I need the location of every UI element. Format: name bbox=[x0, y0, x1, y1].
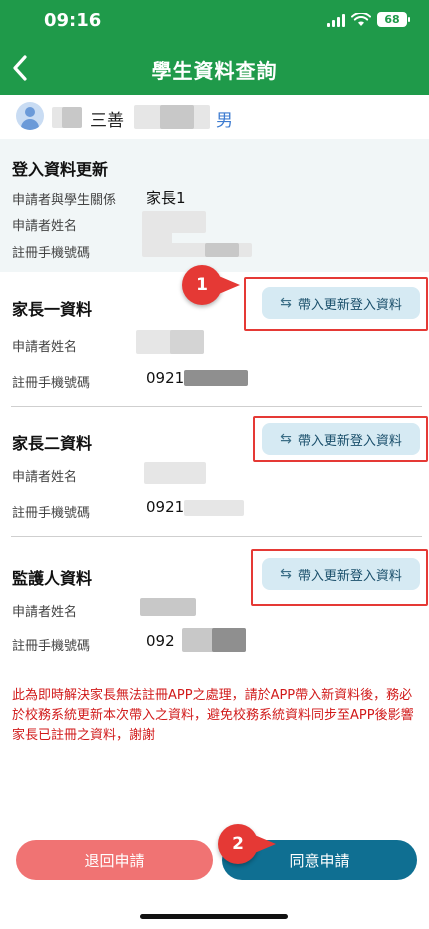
parent2-phone-prefix: 0921 bbox=[146, 498, 185, 516]
relation-label: 申請者與學生關係 bbox=[12, 193, 117, 208]
swap-icon: ⇆ bbox=[280, 295, 292, 311]
swap-icon: ⇆ bbox=[280, 431, 292, 447]
wifi-icon bbox=[351, 12, 371, 26]
redacted-name bbox=[62, 107, 82, 128]
parent1-import-button[interactable]: ⇆ 帶入更新登入資料 bbox=[262, 287, 420, 319]
callout-arrow bbox=[214, 274, 240, 296]
import-button-label: 帶入更新登入資料 bbox=[297, 433, 402, 449]
avatar-icon bbox=[16, 102, 44, 130]
guardian-phone-label: 註冊手機號碼 bbox=[12, 639, 91, 654]
swap-icon: ⇆ bbox=[280, 566, 292, 582]
redacted-parent2-phone bbox=[184, 500, 244, 516]
redacted-phone bbox=[205, 243, 239, 257]
applicant-name-label: 申請者姓名 bbox=[12, 219, 78, 234]
redacted-parent1-name bbox=[170, 330, 204, 354]
parent1-phone-label: 註冊手機號碼 bbox=[12, 376, 91, 391]
relation-value: 家長1 bbox=[146, 189, 186, 207]
parent1-phone-prefix: 0921 bbox=[146, 369, 185, 387]
student-row: 三善 男 bbox=[0, 95, 429, 139]
home-indicator bbox=[140, 914, 288, 919]
section-title: 登入資料更新 bbox=[12, 160, 109, 179]
callout-arrow bbox=[250, 833, 276, 855]
redacted-guardian-phone bbox=[212, 628, 246, 652]
student-gender: 男 bbox=[216, 111, 233, 131]
status-time: 09:16 bbox=[44, 10, 102, 31]
redacted-guardian-name bbox=[140, 598, 196, 616]
parent2-phone-label: 註冊手機號碼 bbox=[12, 506, 91, 521]
redacted-id bbox=[160, 105, 194, 129]
redacted-parent2-name bbox=[144, 462, 206, 484]
guardian-title: 監護人資料 bbox=[12, 569, 93, 588]
parent1-title: 家長一資料 bbox=[12, 300, 93, 319]
student-name: 三善 bbox=[90, 111, 124, 131]
guardian-phone-prefix: 092 bbox=[146, 632, 175, 650]
parent2-name-label: 申請者姓名 bbox=[12, 470, 78, 485]
guardian-import-button[interactable]: ⇆ 帶入更新登入資料 bbox=[262, 558, 420, 590]
redacted-parent1-phone bbox=[184, 370, 248, 386]
page-title: 學生資料查詢 bbox=[151, 59, 278, 83]
divider bbox=[11, 406, 422, 407]
warning-notice: 此為即時解決家長無法註冊APP之處理，請於APP帶入新資料後，務必於校務系統更新… bbox=[12, 688, 414, 743]
guardian-name-label: 申請者姓名 bbox=[12, 605, 78, 620]
import-button-label: 帶入更新登入資料 bbox=[297, 568, 402, 584]
battery-icon: 68 bbox=[377, 12, 410, 27]
app-header: 09:16 68 學生資料查詢 bbox=[0, 0, 429, 95]
status-icons: 68 bbox=[327, 12, 410, 27]
divider bbox=[11, 536, 422, 537]
parent1-name-label: 申請者姓名 bbox=[12, 340, 78, 355]
import-button-label: 帶入更新登入資料 bbox=[297, 297, 402, 313]
phone-label: 註冊手機號碼 bbox=[12, 246, 91, 261]
login-update-section: 登入資料更新 申請者與學生關係 家長1 申請者姓名 註冊手機號碼 bbox=[0, 139, 429, 272]
reject-button[interactable]: 退回申請 bbox=[16, 840, 213, 880]
parent2-title: 家長二資料 bbox=[12, 434, 93, 453]
parent2-import-button[interactable]: ⇆ 帶入更新登入資料 bbox=[262, 423, 420, 455]
signal-icon bbox=[327, 13, 345, 27]
